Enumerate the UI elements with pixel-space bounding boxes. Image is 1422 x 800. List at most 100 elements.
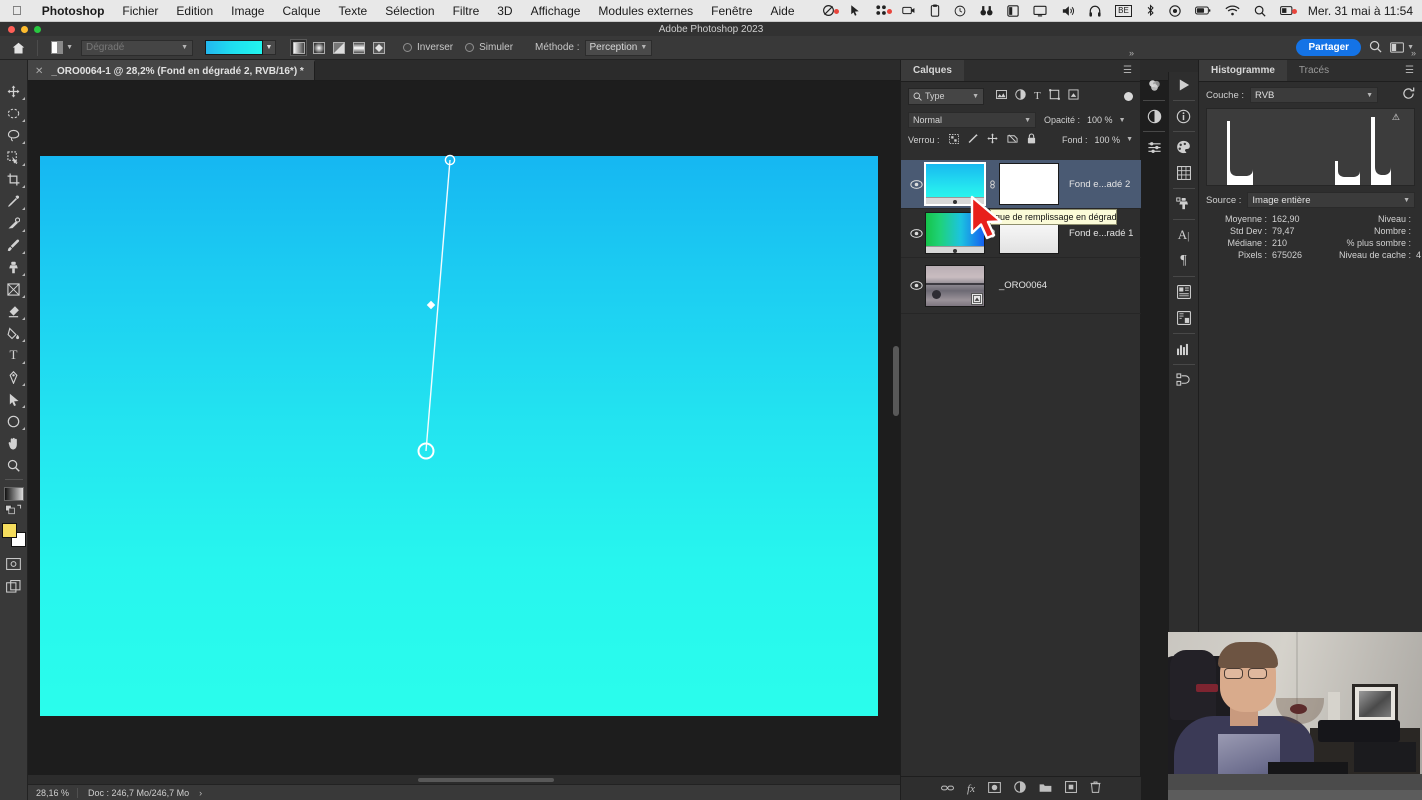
- apple-logo-icon[interactable]: : [0, 4, 33, 17]
- menu-fenetre[interactable]: Fenêtre: [702, 0, 761, 22]
- spotlight-search-icon[interactable]: [1247, 5, 1273, 17]
- pixel-filter-icon[interactable]: [996, 87, 1007, 105]
- screen-mode-icon[interactable]: [1, 575, 27, 597]
- info-icon[interactable]: [1171, 103, 1197, 129]
- quick-mask-icon[interactable]: [1, 553, 27, 575]
- panel-menu-icon[interactable]: ☰: [1115, 60, 1140, 81]
- adjustment-layer-icon[interactable]: [1014, 780, 1026, 798]
- layer-filter-type-select[interactable]: Type ▼: [908, 87, 984, 105]
- color-wheel-icon[interactable]: [1141, 72, 1167, 98]
- chevron-down-icon[interactable]: ▼: [1403, 197, 1410, 204]
- ellipse-tool[interactable]: [1, 410, 27, 432]
- macos-clock[interactable]: Mer. 31 mai à 11:54: [1300, 4, 1413, 18]
- channel-select[interactable]: RVB ▼: [1250, 87, 1379, 103]
- columns-icon[interactable]: [1000, 4, 1026, 17]
- notes-icon[interactable]: [1171, 305, 1197, 331]
- blend-mode-select[interactable]: Normal ▼: [908, 112, 1036, 128]
- maximize-window-button[interactable]: [34, 26, 41, 33]
- color-swatches[interactable]: [1, 523, 26, 547]
- wifi-icon[interactable]: [1218, 5, 1247, 16]
- collapse-panel-icon[interactable]: »: [1129, 48, 1134, 58]
- battery-icon[interactable]: [1188, 5, 1218, 16]
- video-camera-icon[interactable]: [895, 5, 923, 16]
- notification-icon[interactable]: [868, 4, 895, 17]
- marquee-tool[interactable]: [1, 102, 27, 124]
- pen-tool[interactable]: [1, 366, 27, 388]
- zoom-tool[interactable]: [1, 454, 27, 476]
- gradient-swatch[interactable]: [205, 40, 263, 55]
- add-mask-icon[interactable]: [988, 780, 1001, 798]
- lock-all-icon[interactable]: [1027, 133, 1036, 146]
- clipboard-icon[interactable]: [923, 4, 947, 17]
- clone-source-icon[interactable]: [1171, 191, 1197, 217]
- method-select[interactable]: Perception ▼: [584, 39, 653, 56]
- keyboard-layout-be-icon[interactable]: BE: [1108, 4, 1139, 17]
- layer-thumbnail[interactable]: [925, 264, 985, 307]
- lock-transparency-icon[interactable]: [948, 133, 959, 146]
- lock-position-icon[interactable]: [986, 133, 998, 146]
- canvas-horizontal-scrollbar[interactable]: [28, 775, 900, 784]
- menu-texte[interactable]: Texte: [330, 0, 377, 22]
- bluetooth-icon[interactable]: [1139, 4, 1162, 17]
- lock-artboard-icon[interactable]: [1006, 133, 1018, 146]
- menu-fichier[interactable]: Fichier: [113, 0, 167, 22]
- new-group-icon[interactable]: [1039, 780, 1052, 798]
- tab-calques[interactable]: Calques: [901, 60, 964, 81]
- path-selection-tool[interactable]: [1, 388, 27, 410]
- filter-toggle-icon[interactable]: [1124, 91, 1133, 101]
- fill-value[interactable]: 100 %: [1092, 135, 1124, 145]
- library-icon[interactable]: [1171, 279, 1197, 305]
- foreground-color-swatch[interactable]: [1, 523, 17, 538]
- chevron-down-icon[interactable]: ▼: [66, 44, 73, 51]
- adjustment-filter-icon[interactable]: [1015, 87, 1026, 105]
- layer-name[interactable]: _ORO0064: [999, 280, 1047, 291]
- angle-gradient-icon[interactable]: [330, 39, 347, 56]
- history-brush-tool[interactable]: [1, 278, 27, 300]
- chevron-down-icon[interactable]: ▼: [640, 44, 647, 51]
- layer-visibility-icon[interactable]: [907, 228, 925, 238]
- screen-record-icon[interactable]: [815, 4, 842, 17]
- display-icon[interactable]: [1026, 5, 1054, 17]
- close-icon[interactable]: ✕: [35, 66, 43, 77]
- healing-brush-tool[interactable]: [1, 212, 27, 234]
- diamond-gradient-icon[interactable]: [370, 39, 387, 56]
- cache-warning-icon[interactable]: ⚠: [1392, 112, 1400, 123]
- hand-tool[interactable]: [1, 432, 27, 454]
- clock-icon[interactable]: [947, 5, 973, 17]
- brush-tool[interactable]: [1, 234, 27, 256]
- shape-filter-icon[interactable]: [1048, 87, 1060, 105]
- share-button[interactable]: Partager: [1296, 39, 1362, 56]
- layer-visibility-icon[interactable]: [907, 179, 925, 189]
- table-row[interactable]: Fond e...adé 2: [901, 160, 1141, 209]
- canvas-viewport[interactable]: [28, 81, 900, 784]
- clone-stamp-tool[interactable]: [1, 256, 27, 278]
- chevron-down-icon[interactable]: ▼: [1024, 117, 1031, 124]
- artboard-gradient[interactable]: [40, 156, 878, 716]
- close-window-button[interactable]: [8, 26, 15, 33]
- layer-visibility-icon[interactable]: [907, 281, 925, 290]
- radial-gradient-icon[interactable]: [310, 39, 327, 56]
- chevron-down-icon[interactable]: ▼: [1126, 136, 1133, 143]
- home-icon[interactable]: [6, 37, 30, 59]
- reflected-gradient-icon[interactable]: [350, 39, 367, 56]
- preset-field[interactable]: Dégradé ▼: [81, 39, 193, 56]
- menu-3d[interactable]: 3D: [488, 0, 521, 22]
- minimize-window-button[interactable]: [21, 26, 28, 33]
- type-tool[interactable]: T: [1, 344, 27, 366]
- timemachine-icon[interactable]: [1162, 4, 1188, 17]
- invert-checkbox[interactable]: Inverser: [403, 42, 453, 53]
- adjustments-circle-icon[interactable]: [1141, 103, 1167, 129]
- chevron-right-icon[interactable]: ›: [199, 788, 202, 798]
- headphone-icon[interactable]: [1082, 5, 1108, 17]
- layer-mask-link-icon[interactable]: [985, 179, 999, 189]
- gradient-tool-swatch-icon[interactable]: [3, 487, 24, 501]
- menu-filtre[interactable]: Filtre: [444, 0, 489, 22]
- cursor-app-icon[interactable]: [842, 4, 868, 17]
- volume-icon[interactable]: [1054, 5, 1082, 17]
- play-icon[interactable]: [1171, 72, 1197, 98]
- eraser-tool[interactable]: [1, 300, 27, 322]
- delete-layer-icon[interactable]: [1090, 780, 1101, 798]
- search-icon[interactable]: [1369, 40, 1382, 56]
- menu-aide[interactable]: Aide: [762, 0, 804, 22]
- grid-icon[interactable]: [1171, 160, 1197, 186]
